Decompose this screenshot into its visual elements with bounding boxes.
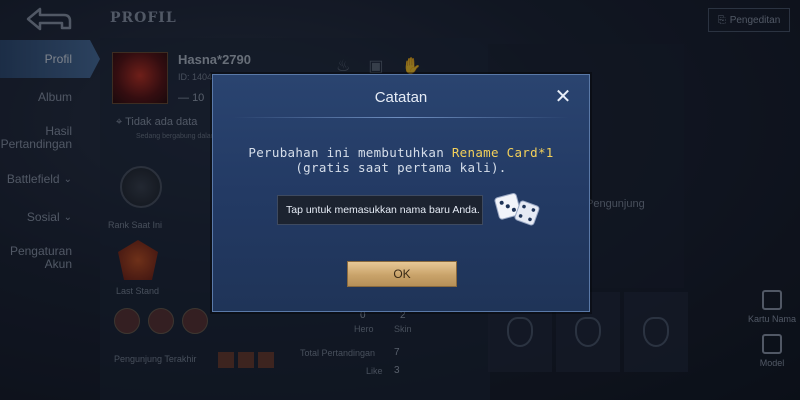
dialog-message: Perubahan ini membutuhkan Rename Card*1 … (243, 145, 559, 175)
rename-card-highlight: Rename Card*1 (451, 145, 554, 160)
dialog-title: Catatan (374, 89, 428, 106)
new-name-input[interactable] (277, 195, 483, 225)
message-text: (gratis saat pertama kali). (295, 160, 507, 175)
close-icon[interactable]: ✕ (553, 87, 573, 107)
rename-dialog: Catatan ✕ Perubahan ini membutuhkan Rena… (212, 74, 590, 312)
ok-button[interactable]: OK (347, 261, 457, 287)
random-dice-icon[interactable] (493, 189, 543, 229)
message-text: Perubahan ini membutuhkan (248, 145, 452, 160)
